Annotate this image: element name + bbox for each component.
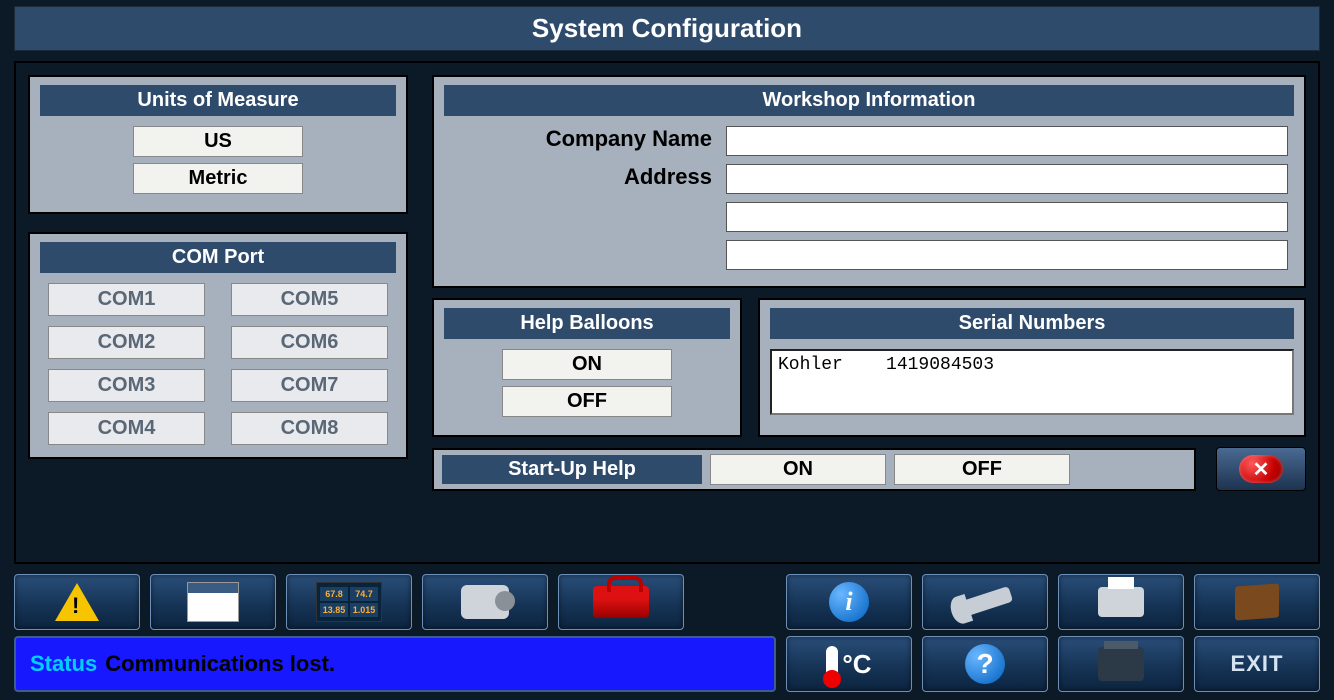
gauge-icon: 67.874.7 13.851.015 (316, 582, 382, 622)
status-message: Communications lost. (105, 651, 335, 677)
units-metric-button[interactable]: Metric (133, 163, 303, 194)
address-input-3[interactable] (726, 240, 1288, 270)
units-header: Units of Measure (40, 85, 396, 116)
thermometer-icon: °C (826, 646, 871, 682)
close-button[interactable]: ✕ (1216, 447, 1306, 491)
close-icon: ✕ (1239, 455, 1283, 483)
help-button[interactable]: ? (922, 636, 1048, 692)
com7-button[interactable]: COM7 (231, 369, 388, 402)
address-input-1[interactable] (726, 164, 1288, 194)
startup-row: Start-Up Help ON OFF ✕ (432, 447, 1306, 491)
comport-header: COM Port (40, 242, 396, 273)
help-balloons-header: Help Balloons (444, 308, 730, 339)
company-name-input[interactable] (726, 126, 1288, 156)
app-root: System Configuration Units of Measure US… (0, 0, 1334, 700)
status-label: Status (30, 651, 97, 677)
com4-button[interactable]: COM4 (48, 412, 205, 445)
gauges-button[interactable]: 67.874.7 13.851.015 (286, 574, 412, 630)
help-balloons-panel: Help Balloons ON OFF (432, 298, 742, 437)
serial-numbers-panel: Serial Numbers Kohler 1419084503 (758, 298, 1306, 437)
document-icon (187, 582, 239, 622)
com5-button[interactable]: COM5 (231, 283, 388, 316)
help-balloons-off-button[interactable]: OFF (502, 386, 672, 417)
exit-label: EXIT (1231, 651, 1284, 677)
com6-button[interactable]: COM6 (231, 326, 388, 359)
status-bar: Status Communications lost. (14, 636, 776, 692)
wrench-button[interactable] (922, 574, 1048, 630)
left-column: Units of Measure US Metric COM Port COM1… (28, 75, 408, 550)
report-button[interactable] (150, 574, 276, 630)
warning-button[interactable] (14, 574, 140, 630)
company-name-label: Company Name (450, 126, 720, 156)
main-area: Units of Measure US Metric COM Port COM1… (14, 61, 1320, 564)
workshop-header: Workshop Information (444, 85, 1294, 116)
startup-header: Start-Up Help (442, 455, 702, 484)
printer-icon (1098, 587, 1144, 617)
book-icon (1235, 583, 1279, 620)
units-us-button[interactable]: US (133, 126, 303, 157)
warning-icon (55, 583, 99, 621)
engine-button[interactable] (1058, 636, 1184, 692)
comport-panel: COM Port COM1 COM5 COM2 COM6 COM3 COM7 C… (28, 232, 408, 459)
startup-panel: Start-Up Help ON OFF (432, 448, 1196, 491)
startup-on-button[interactable]: ON (710, 454, 886, 485)
serial-numbers-list: Kohler 1419084503 (770, 349, 1294, 415)
toolbox-button[interactable] (558, 574, 684, 630)
com8-button[interactable]: COM8 (231, 412, 388, 445)
manual-button[interactable] (1194, 574, 1320, 630)
help-serial-row: Help Balloons ON OFF Serial Numbers Kohl… (432, 298, 1306, 437)
right-column: Workshop Information Company Name Addres… (432, 75, 1306, 550)
startup-off-button[interactable]: OFF (894, 454, 1070, 485)
exit-button[interactable]: EXIT (1194, 636, 1320, 692)
printer-button[interactable] (1058, 574, 1184, 630)
units-panel: Units of Measure US Metric (28, 75, 408, 214)
camera-icon (461, 585, 509, 619)
page-title: System Configuration (14, 6, 1320, 51)
com2-button[interactable]: COM2 (48, 326, 205, 359)
help-balloons-on-button[interactable]: ON (502, 349, 672, 380)
info-icon: i (829, 582, 869, 622)
com1-button[interactable]: COM1 (48, 283, 205, 316)
temperature-button[interactable]: °C (786, 636, 912, 692)
com3-button[interactable]: COM3 (48, 369, 205, 402)
workshop-panel: Workshop Information Company Name Addres… (432, 75, 1306, 288)
question-icon: ? (965, 644, 1005, 684)
serial-numbers-header: Serial Numbers (770, 308, 1294, 339)
info-button[interactable]: i (786, 574, 912, 630)
camera-button[interactable] (422, 574, 548, 630)
toolbox-icon (593, 586, 649, 618)
wrench-icon (957, 586, 1013, 618)
address-label: Address (450, 164, 720, 194)
bottom-toolbar: 67.874.7 13.851.015 i Status Communicati… (14, 574, 1320, 692)
engine-icon (1098, 647, 1144, 681)
address-input-2[interactable] (726, 202, 1288, 232)
